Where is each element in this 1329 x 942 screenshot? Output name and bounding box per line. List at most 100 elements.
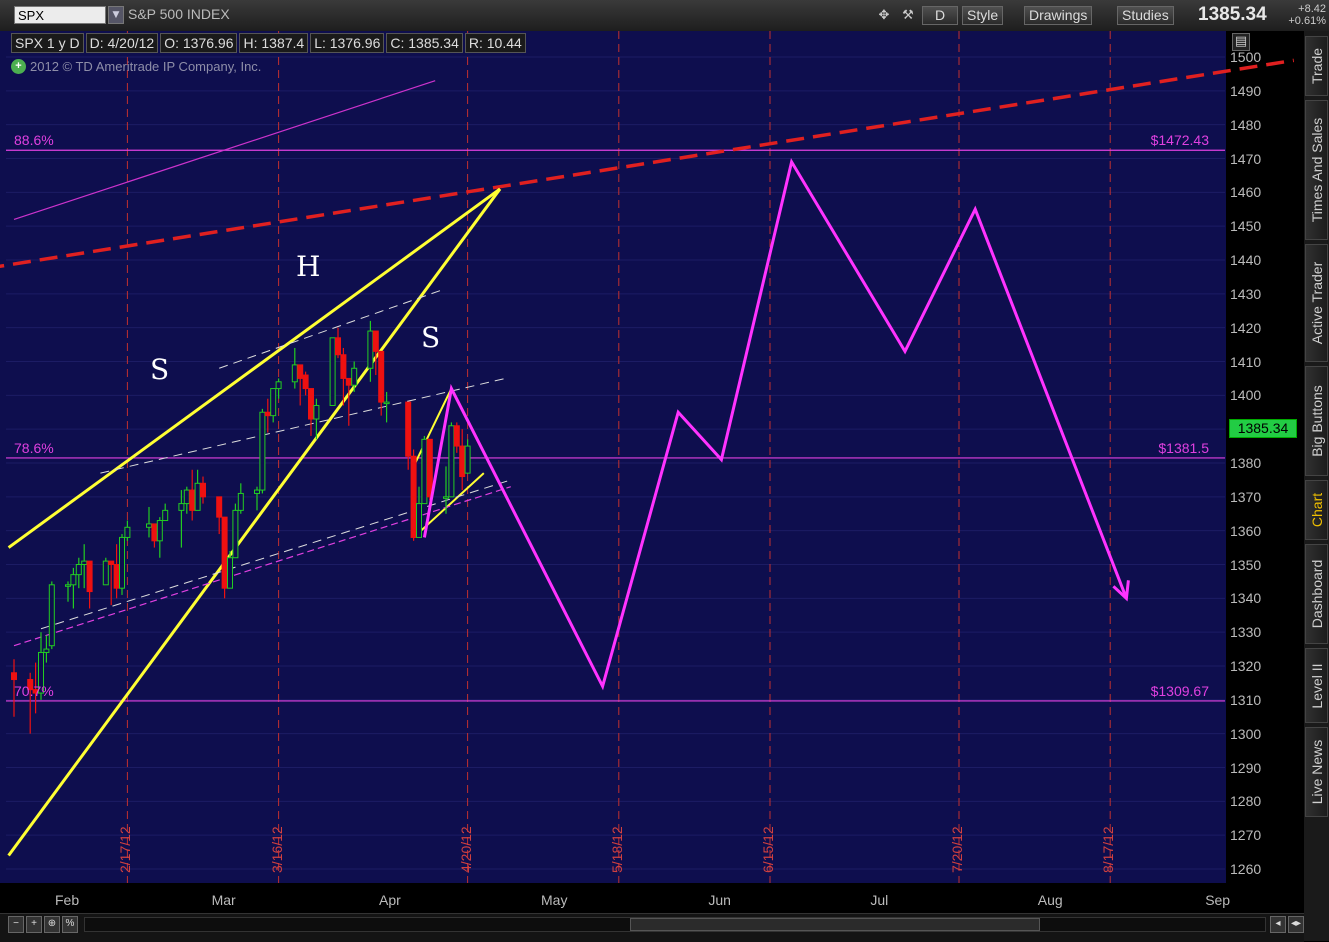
y-tick-label: 1350 bbox=[1230, 556, 1262, 573]
vertical-date-label: 8/17/12 bbox=[1100, 826, 1117, 873]
candle-body bbox=[443, 496, 449, 499]
candle-body bbox=[302, 374, 309, 390]
fib-percent-label: 70.7% bbox=[14, 682, 54, 699]
candle-body bbox=[410, 455, 417, 538]
candle-body bbox=[151, 523, 158, 542]
y-tick-label: 1290 bbox=[1230, 759, 1262, 776]
tab-big-buttons[interactable]: Big Buttons bbox=[1305, 366, 1328, 476]
candle-body bbox=[70, 574, 77, 586]
tab-dashboard[interactable]: Dashboard bbox=[1305, 544, 1328, 644]
projection-path bbox=[422, 157, 1128, 691]
annotation-head: H bbox=[296, 250, 321, 283]
candle-body bbox=[372, 330, 379, 352]
tab-live-news-label: Live News bbox=[1308, 739, 1325, 805]
candle-body bbox=[43, 648, 50, 653]
y-tick-label: 1410 bbox=[1230, 353, 1262, 370]
fib-price-label: $1381.5 bbox=[1158, 439, 1209, 456]
info-range: R: 10.44 bbox=[464, 33, 526, 53]
tab-trade-label: Trade bbox=[1308, 47, 1325, 85]
candle-body bbox=[291, 364, 298, 383]
candle-body bbox=[86, 560, 93, 593]
y-tick-label: 1340 bbox=[1230, 590, 1262, 607]
candle-body bbox=[345, 377, 352, 386]
info-close: C: 1385.34 bbox=[386, 33, 463, 53]
scroll-left-icon[interactable]: ◂ bbox=[1270, 916, 1286, 933]
scroll-right-icon[interactable]: ◂▸ bbox=[1288, 916, 1304, 933]
y-tick-label: 1470 bbox=[1230, 150, 1262, 167]
candle-body bbox=[329, 337, 336, 406]
candle-body bbox=[351, 367, 358, 386]
tab-active-trader[interactable]: Active Trader bbox=[1305, 244, 1328, 362]
candle-body bbox=[464, 445, 471, 474]
x-month-label: Feb bbox=[55, 892, 80, 908]
tab-times-and-sales-label: Times And Sales bbox=[1308, 117, 1325, 223]
tab-chart-label: Chart bbox=[1308, 492, 1325, 528]
tab-trade[interactable]: Trade bbox=[1305, 36, 1328, 96]
candle-body bbox=[124, 526, 131, 538]
x-month-label: Apr bbox=[379, 892, 401, 908]
x-month-label: Jul bbox=[870, 892, 889, 908]
current-price-tag: 1385.34 bbox=[1229, 419, 1297, 438]
candle-body bbox=[194, 482, 201, 511]
candle-body bbox=[227, 557, 233, 589]
candle-body bbox=[65, 584, 71, 587]
candle-body bbox=[453, 425, 460, 447]
candle-body bbox=[108, 560, 115, 565]
candle-body bbox=[308, 388, 314, 420]
info-open: O: 1376.96 bbox=[160, 33, 238, 53]
info-high: H: 1387.4 bbox=[239, 33, 309, 53]
fib-price-label: $1309.67 bbox=[1150, 682, 1209, 699]
candle-body bbox=[232, 509, 239, 559]
y-tick-label: 1280 bbox=[1230, 793, 1262, 810]
candle-body bbox=[254, 489, 260, 494]
vertical-date-label: 5/18/12 bbox=[608, 826, 625, 873]
candle-body bbox=[237, 492, 244, 511]
candle-body bbox=[75, 564, 82, 576]
candle-body bbox=[383, 401, 390, 405]
candle-body bbox=[189, 489, 196, 511]
zoom-out-icon[interactable]: − bbox=[8, 916, 24, 933]
candle-body bbox=[119, 536, 125, 589]
scroll-thumb[interactable] bbox=[630, 918, 1040, 931]
y-tick-label: 1320 bbox=[1230, 658, 1262, 674]
zoom-fit-icon[interactable]: ⊕ bbox=[44, 916, 60, 933]
y-tick-label: 1370 bbox=[1230, 488, 1262, 505]
tab-level-ii[interactable]: Level II bbox=[1305, 648, 1328, 723]
candle-body bbox=[416, 503, 422, 538]
y-tick-label: 1300 bbox=[1230, 725, 1262, 742]
tab-chart[interactable]: Chart bbox=[1305, 480, 1328, 540]
tab-times-and-sales[interactable]: Times And Sales bbox=[1305, 100, 1328, 240]
y-tick-label: 1330 bbox=[1230, 624, 1262, 641]
fib-percent-label: 88.6% bbox=[14, 132, 54, 149]
candle-body bbox=[81, 560, 88, 565]
y-tick-label: 1440 bbox=[1230, 252, 1262, 268]
red-dashed-trendline bbox=[0, 58, 1295, 269]
chart-settings-icon[interactable]: ▤ bbox=[1232, 33, 1250, 51]
y-tick-label: 1490 bbox=[1230, 82, 1262, 99]
candle-body bbox=[335, 337, 341, 356]
info-period: SPX 1 y D bbox=[11, 33, 84, 53]
candle-body bbox=[162, 509, 169, 522]
x-month-label: Aug bbox=[1037, 892, 1063, 908]
fib-percent-label: 78.6% bbox=[14, 439, 54, 456]
candle-body bbox=[297, 364, 304, 379]
percent-icon[interactable]: % bbox=[62, 916, 78, 933]
vertical-date-label: 2/17/12 bbox=[117, 826, 134, 873]
candle-body bbox=[405, 401, 412, 457]
candle-body bbox=[313, 404, 320, 420]
y-tick-label: 1270 bbox=[1230, 827, 1262, 844]
tab-dashboard-label: Dashboard bbox=[1308, 559, 1325, 629]
y-tick-label: 1310 bbox=[1230, 691, 1262, 708]
tab-active-trader-label: Active Trader bbox=[1308, 261, 1325, 345]
y-tick-label: 1380 bbox=[1230, 455, 1262, 471]
candle-body bbox=[275, 381, 282, 390]
zoom-in-icon[interactable]: + bbox=[26, 916, 42, 933]
candle-body bbox=[448, 425, 455, 498]
candle-body bbox=[378, 350, 385, 403]
vertical-date-label: 4/20/12 bbox=[457, 826, 474, 873]
x-month-label: May bbox=[541, 892, 568, 908]
plus-icon[interactable]: + bbox=[11, 59, 26, 74]
white-channel-lower bbox=[40, 479, 511, 630]
tab-live-news[interactable]: Live News bbox=[1305, 727, 1328, 817]
y-tick-label: 1480 bbox=[1230, 116, 1262, 133]
